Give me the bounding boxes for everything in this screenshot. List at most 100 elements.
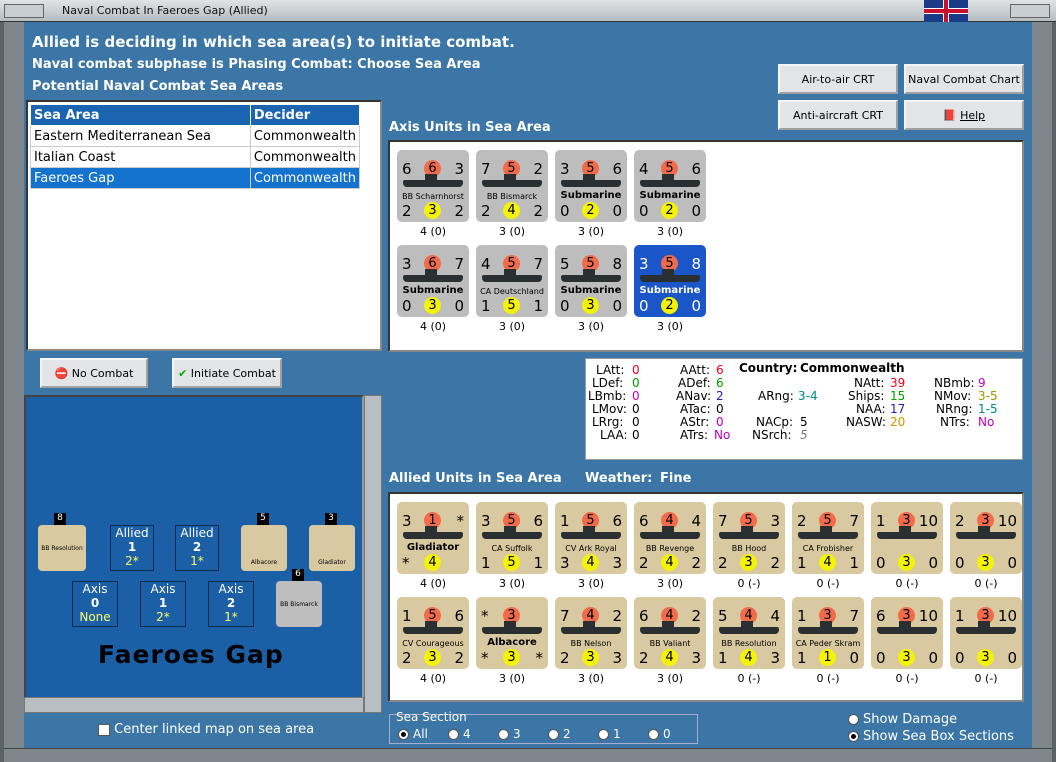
sea-section-radio[interactable] — [548, 729, 559, 740]
unit-counter[interactable]: 1 10 0 0 3 3 — [871, 502, 943, 574]
unit-counter[interactable]: 3 8 0 0 5 2 Submarine — [634, 245, 706, 317]
unit-counter[interactable]: 2 10 0 0 3 3 — [950, 502, 1022, 574]
counter-value-bl: 0 — [955, 649, 965, 667]
show-sea-box-radio[interactable] — [848, 731, 859, 742]
unit-counter[interactable]: 7 3 2 2 5 3 BB Hood — [713, 502, 785, 574]
ntrs-value: No — [978, 415, 995, 429]
defense-value: 5 — [503, 297, 520, 314]
map-counter-bb-resolution[interactable]: 8 BB Resolution — [38, 513, 86, 571]
sea-section-option[interactable]: All — [398, 727, 448, 741]
unit-name: CA Frobisher — [802, 544, 854, 553]
initiate-combat-button[interactable]: ✔ Initiate Combat — [172, 358, 282, 388]
unit-counter[interactable]: 5 4 1 3 4 4 BB Resolution — [713, 597, 785, 669]
allied-box-1[interactable]: Allied 1 2* — [110, 525, 154, 571]
lrrg-value: 0 — [632, 415, 640, 429]
sea-section-label: 4 — [463, 727, 471, 741]
box-sub: None — [79, 610, 111, 624]
col-decider[interactable]: Decider — [249, 104, 361, 126]
map-vertical-scrollbar[interactable] — [364, 395, 382, 713]
unit-counter[interactable]: 3 7 0 0 6 3 Submarine — [397, 245, 469, 317]
show-damage-option[interactable]: Show Damage — [848, 712, 957, 727]
air-to-air-crt-button[interactable]: Air-to-air CRT — [778, 64, 898, 94]
close-button[interactable] — [1010, 4, 1050, 18]
unit-counter[interactable]: 1 6 3 3 5 4 CV Ark Royal — [555, 502, 627, 574]
unit-counter[interactable]: 1 7 1 0 3 1 CA Peder Skram — [792, 597, 864, 669]
sea-section-option[interactable]: 1 — [598, 727, 648, 741]
unit-counter[interactable]: 4 6 0 0 5 2 Submarine — [634, 150, 706, 222]
sea-section-option[interactable]: 0 — [648, 727, 698, 741]
counter-value-br: 3 — [612, 649, 622, 667]
counter-value-tl: * — [481, 607, 489, 625]
map-title: Faeroes Gap — [98, 640, 284, 669]
unit-counter[interactable]: 4 7 1 1 5 5 CA Deutschland — [476, 245, 548, 317]
unit-name: Submarine — [639, 190, 701, 201]
no-combat-button[interactable]: ⛔ No Combat — [40, 358, 148, 388]
help-button[interactable]: 📕 Help — [904, 100, 1024, 130]
allied-box-2[interactable]: Allied 2 1* — [175, 525, 219, 571]
unit-caption: 3 (0) — [498, 577, 526, 590]
unit-name: BB Bismarck — [486, 192, 538, 201]
center-map-option[interactable]: Center linked map on sea area — [98, 722, 314, 737]
unit-counter[interactable]: 6 10 0 0 3 3 — [871, 597, 943, 669]
counter-value-tr: 7 — [454, 255, 464, 273]
defense-value: 3 — [582, 297, 599, 314]
show-damage-radio[interactable] — [848, 714, 859, 725]
stack-count: 5 — [257, 513, 269, 525]
minimize-button[interactable] — [4, 4, 44, 18]
warship-icon — [719, 526, 779, 539]
sea-section-radio[interactable] — [398, 729, 409, 740]
show-sea-box-option[interactable]: Show Sea Box Sections — [848, 729, 1014, 744]
sea-section-radio[interactable] — [648, 729, 659, 740]
center-map-checkbox[interactable] — [98, 723, 110, 736]
defense-value: 3 — [977, 554, 994, 571]
map-counter-bb-bismarck[interactable]: 6 BB Bismarck — [276, 569, 322, 627]
warship-icon — [719, 621, 779, 634]
unit-counter[interactable]: 6 4 2 2 4 4 BB Revenge — [634, 502, 706, 574]
col-sea-area[interactable]: Sea Area — [30, 104, 251, 126]
unit-counter[interactable]: 6 2 2 3 4 4 BB Valiant — [634, 597, 706, 669]
sea-section-option[interactable]: 4 — [448, 727, 498, 741]
counter-value-tr: 3 — [454, 160, 464, 178]
sea-section-option[interactable]: 2 — [548, 727, 598, 741]
unit-counter[interactable]: 3 * * 1 4 Gladiator — [397, 502, 469, 574]
map-counter-gladiator[interactable]: 3 Gladiator — [309, 513, 355, 571]
aatt-value: 6 — [716, 363, 724, 377]
counter-value-tl: 3 — [560, 160, 570, 178]
aatt-label: AAtt: — [680, 363, 710, 377]
axis-box-2[interactable]: Axis 2 1* — [208, 581, 254, 627]
unit-counter[interactable]: 7 2 2 3 4 3 BB Nelson — [555, 597, 627, 669]
defense-value: 4 — [661, 554, 678, 571]
sea-section-radio[interactable] — [598, 729, 609, 740]
counter-value-br: 2 — [533, 202, 543, 220]
unit-counter[interactable]: 1 6 2 2 5 3 CV Courageous — [397, 597, 469, 669]
counter-value-bl: 2 — [402, 202, 412, 220]
sea-section-radio[interactable] — [498, 729, 509, 740]
naval-combat-chart-button[interactable]: Naval Combat Chart — [904, 64, 1024, 94]
unit-counter[interactable]: * * * 3 3 Albacore — [476, 597, 548, 669]
counter-value-bl: 0 — [955, 554, 965, 572]
map-counter-albacore[interactable]: 5 Albacore — [241, 513, 287, 571]
table-row-selected[interactable]: Faeroes Gap Commonwealth — [30, 167, 361, 189]
anti-aircraft-crt-button[interactable]: Anti-aircraft CRT — [778, 100, 898, 130]
unit-counter[interactable]: 3 6 1 1 5 5 CA Suffolk — [476, 502, 548, 574]
unit-counter[interactable]: 5 8 0 0 5 3 Submarine — [555, 245, 627, 317]
axis-box-0[interactable]: Axis 0 None — [72, 581, 118, 627]
axis-box-1[interactable]: Axis 1 2* — [140, 581, 186, 627]
counter-value-br: 0 — [1007, 649, 1017, 667]
defense-value: 2 — [582, 202, 599, 219]
unit-counter[interactable]: 1 10 0 0 3 3 — [950, 597, 1022, 669]
show-damage-label: Show Damage — [863, 712, 958, 727]
sea-section-option[interactable]: 3 — [498, 727, 548, 741]
country-label: Country: — [739, 361, 798, 375]
laa-value: 0 — [632, 428, 640, 442]
table-row[interactable]: Italian Coast Commonwealth — [30, 146, 361, 168]
warship-icon — [482, 621, 542, 634]
unit-counter[interactable]: 7 2 2 2 5 4 BB Bismarck — [476, 150, 548, 222]
unit-counter[interactable]: 2 7 1 1 5 4 CA Frobisher — [792, 502, 864, 574]
sea-section-radio[interactable] — [448, 729, 459, 740]
map-horizontal-scrollbar[interactable] — [24, 697, 364, 713]
table-row[interactable]: Eastern Mediterranean Sea Commonwealth — [30, 125, 361, 147]
unit-caption: 4 (0) — [419, 320, 447, 333]
unit-counter[interactable]: 3 6 0 0 5 2 Submarine — [555, 150, 627, 222]
unit-counter[interactable]: 6 3 2 2 6 3 BB Scharnhorst — [397, 150, 469, 222]
